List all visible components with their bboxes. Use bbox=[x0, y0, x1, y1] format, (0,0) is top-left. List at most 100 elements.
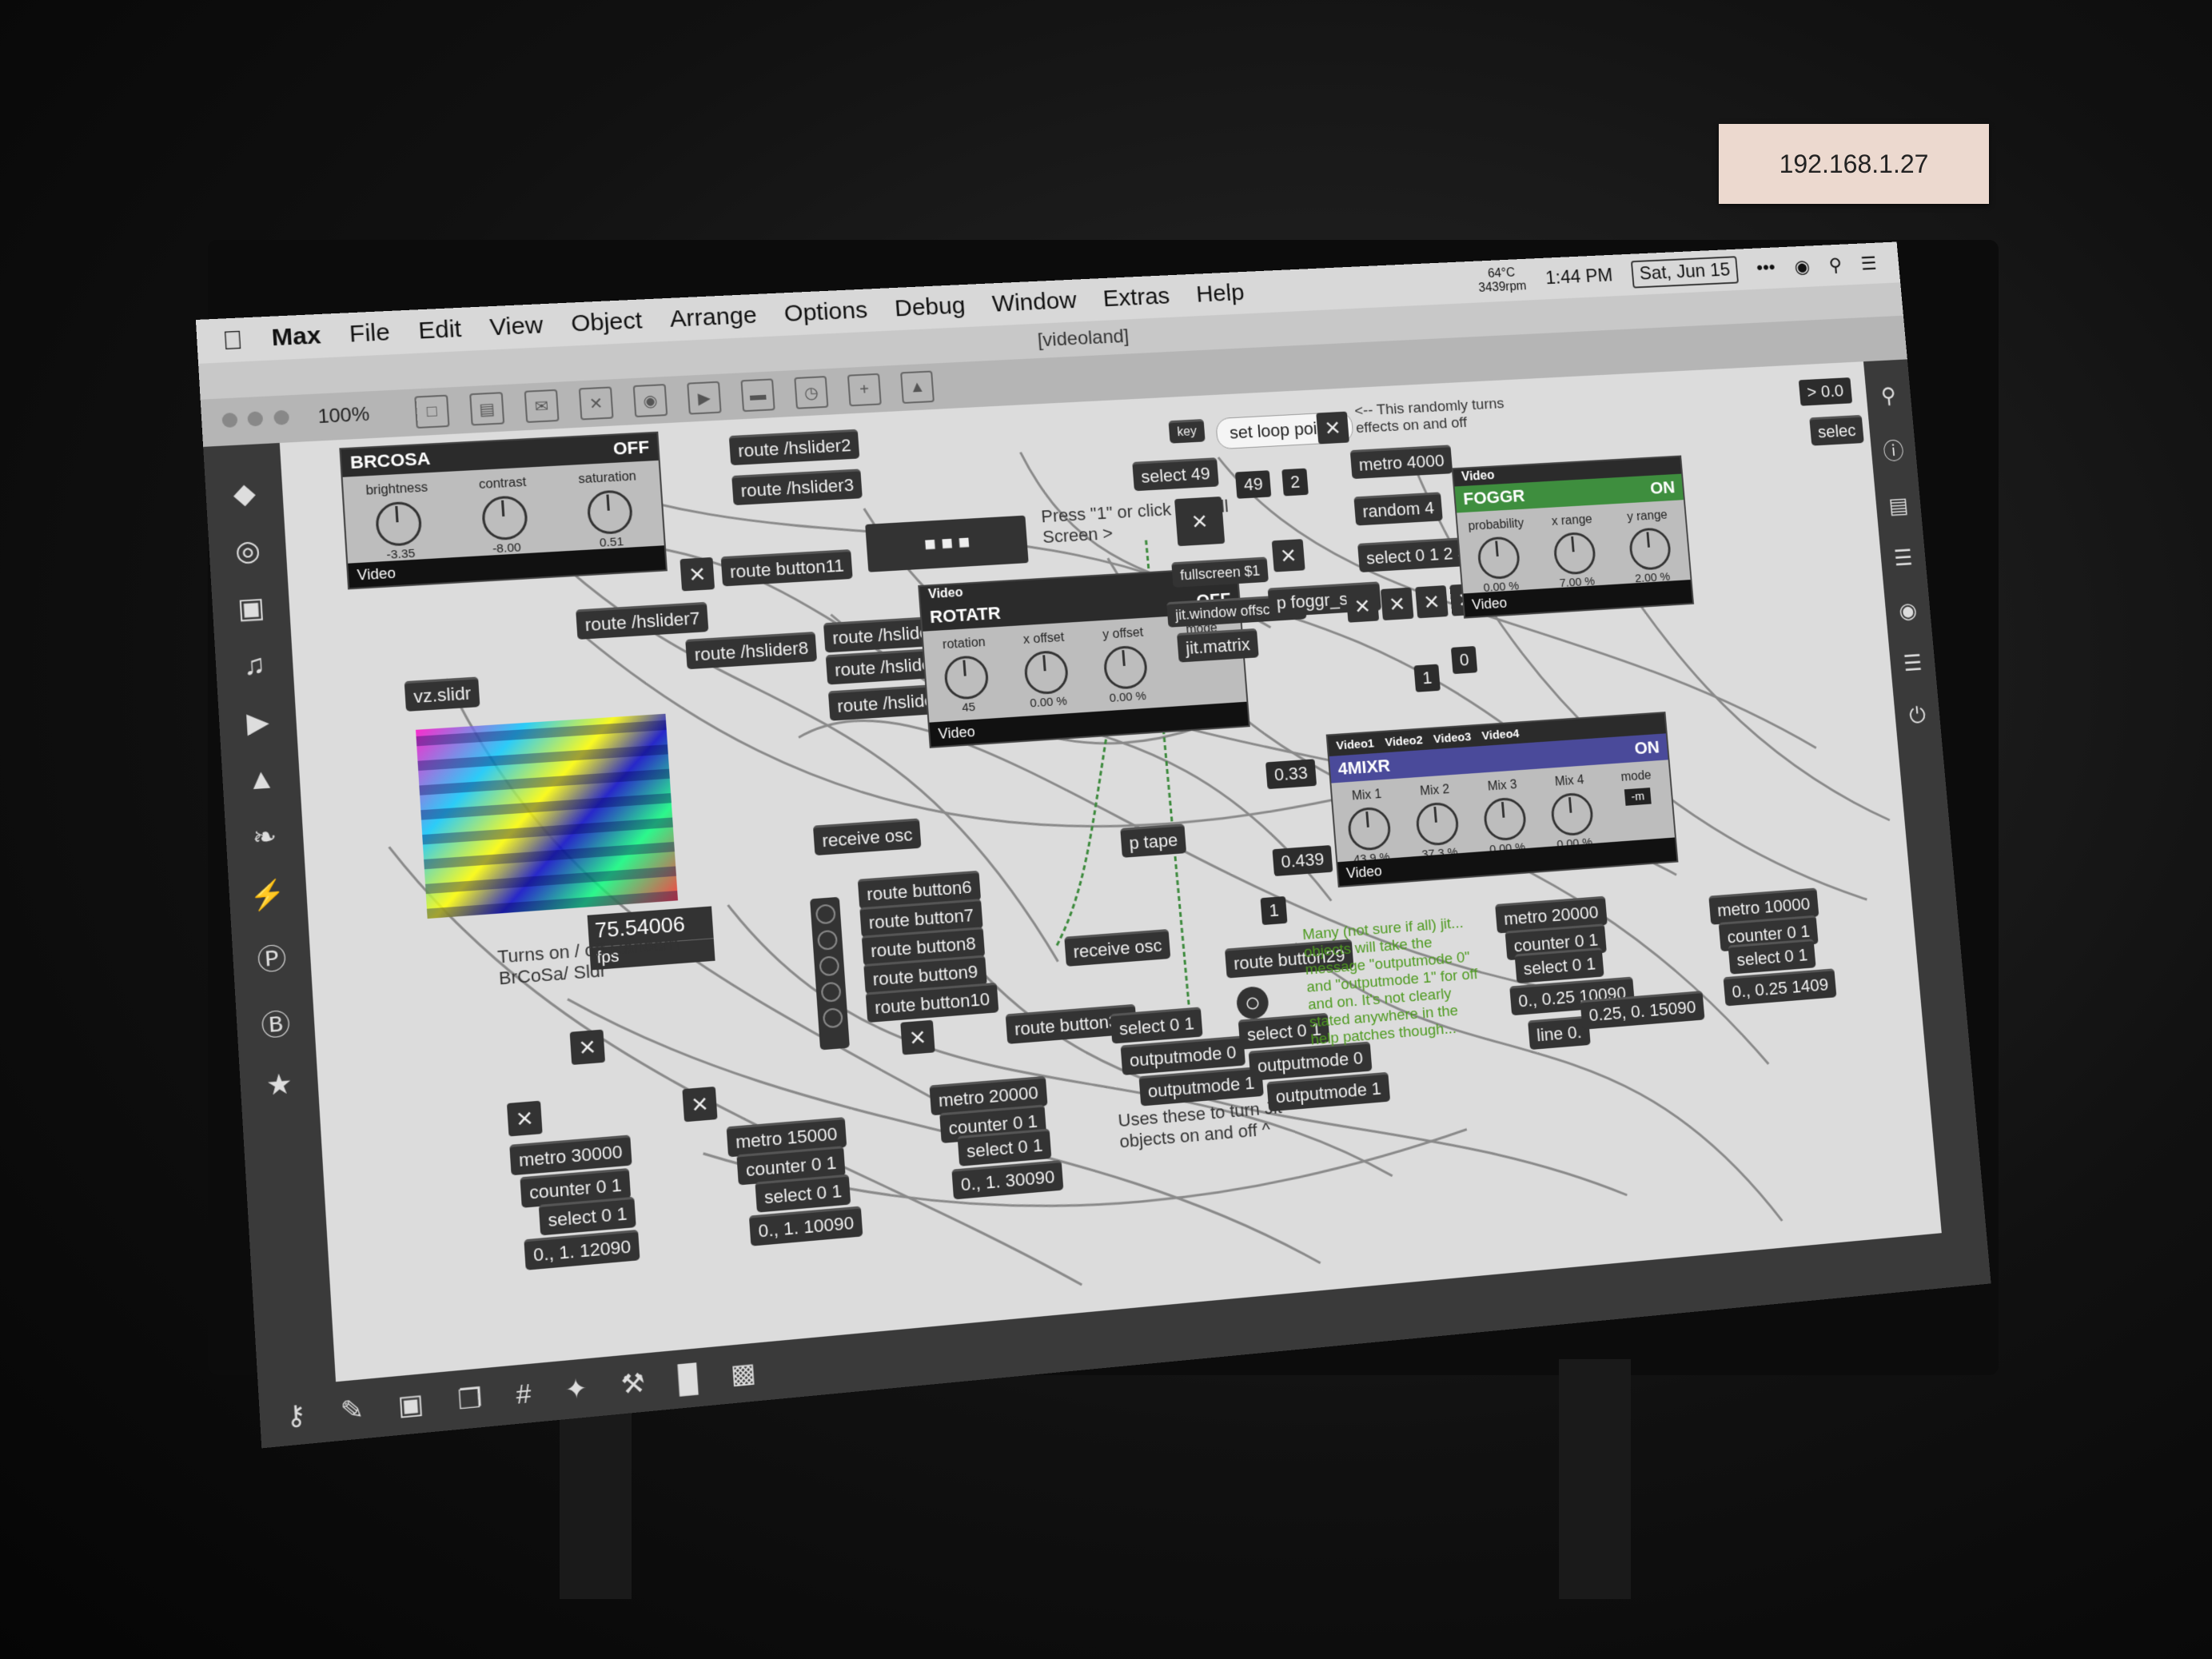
toggle-x[interactable]: × bbox=[1271, 539, 1305, 572]
mixer-tab-video3[interactable]: Video3 bbox=[1433, 730, 1471, 746]
toggle-icon[interactable]: ✕ bbox=[578, 386, 614, 421]
menu-debug[interactable]: Debug bbox=[894, 293, 967, 323]
image-icon[interactable]: ▲ bbox=[246, 763, 277, 797]
v-icon[interactable]: Ⓟ bbox=[256, 935, 288, 979]
toggle-x[interactable]: × bbox=[506, 1100, 543, 1137]
close-window-icon[interactable] bbox=[221, 412, 238, 428]
notification-center-icon[interactable]: ☰ bbox=[1860, 252, 1878, 274]
debug-icon[interactable]: ✦ bbox=[564, 1372, 588, 1406]
random-toggle[interactable]: × bbox=[569, 1029, 606, 1066]
menu-window[interactable]: Window bbox=[991, 287, 1078, 317]
random-4[interactable]: random 4 bbox=[1353, 492, 1443, 526]
info-icon[interactable]: ⓘ bbox=[1882, 435, 1905, 466]
number-box-1[interactable]: 1 bbox=[1413, 664, 1441, 692]
clock-time[interactable]: 1:44 PM bbox=[1544, 265, 1613, 289]
x-offset-knob[interactable] bbox=[1022, 649, 1070, 696]
menu-edit[interactable]: Edit bbox=[417, 316, 462, 345]
edit-mode-icon[interactable]: ✎ bbox=[340, 1393, 365, 1427]
toggle-x[interactable]: × bbox=[1415, 585, 1449, 619]
toggle-x[interactable]: × bbox=[900, 1019, 935, 1055]
power-icon[interactable]: ⏻ bbox=[1908, 703, 1927, 729]
menu-file[interactable]: File bbox=[349, 319, 391, 349]
menu-app-name[interactable]: Max bbox=[271, 322, 322, 352]
foggr-state-toggle[interactable]: ON bbox=[1649, 477, 1676, 499]
select-49[interactable]: select 49 bbox=[1132, 457, 1219, 492]
grid-icon[interactable]: # bbox=[515, 1378, 532, 1410]
play-icon[interactable]: ▶ bbox=[687, 381, 722, 415]
slider-icon[interactable]: ▬ bbox=[740, 378, 775, 413]
menu-help[interactable]: Help bbox=[1195, 280, 1245, 309]
toggle-x[interactable]: × bbox=[680, 556, 715, 592]
target-icon[interactable]: ◎ bbox=[234, 534, 261, 568]
brightness-knob[interactable] bbox=[375, 500, 424, 548]
comment-icon[interactable]: ✉ bbox=[524, 389, 560, 424]
select-object-partial[interactable]: selec bbox=[1809, 414, 1865, 446]
mixer-tab-video4[interactable]: Video4 bbox=[1481, 727, 1520, 743]
star-icon[interactable]: ★ bbox=[265, 1067, 293, 1103]
button-dot[interactable] bbox=[820, 981, 842, 1003]
siri-icon[interactable]: ◉ bbox=[1793, 255, 1811, 277]
presentation-icon[interactable]: ▣ bbox=[397, 1387, 424, 1422]
add-icon[interactable]: + bbox=[847, 373, 882, 407]
loop-toggle[interactable]: × bbox=[1316, 411, 1349, 445]
x-range-knob[interactable] bbox=[1552, 531, 1597, 576]
button-dot[interactable] bbox=[816, 929, 839, 951]
metro-4000[interactable]: metro 4000 bbox=[1349, 445, 1453, 480]
search-icon[interactable]: ⚲ bbox=[1880, 383, 1898, 409]
paint-bucket-icon[interactable]: ▲ bbox=[899, 370, 935, 405]
spotlight-search-icon[interactable]: ⚲ bbox=[1828, 254, 1843, 277]
mixer-mode-menu[interactable]: -m bbox=[1624, 788, 1652, 806]
key-object[interactable]: key bbox=[1168, 419, 1206, 444]
rotation-knob[interactable] bbox=[943, 654, 990, 701]
plug-icon[interactable]: ⚡ bbox=[249, 877, 288, 913]
number-box-49[interactable]: 49 bbox=[1234, 470, 1272, 499]
button-dot[interactable] bbox=[815, 903, 836, 925]
button-icon[interactable]: ◉ bbox=[632, 384, 668, 418]
keyboard-icon[interactable]: █ bbox=[677, 1362, 698, 1395]
p-tape[interactable]: p tape bbox=[1120, 824, 1187, 858]
menu-options[interactable]: Options bbox=[783, 297, 868, 327]
zoom-level[interactable]: 100% bbox=[317, 402, 394, 429]
button-dot[interactable] bbox=[819, 955, 840, 977]
cube-icon[interactable]: ◆ bbox=[233, 477, 257, 511]
y-range-knob[interactable] bbox=[1628, 527, 1672, 572]
windows-icon[interactable]: ❐ bbox=[456, 1382, 483, 1416]
more-icon[interactable]: ••• bbox=[1756, 257, 1776, 280]
jit-matrix[interactable]: jit.matrix bbox=[1177, 628, 1259, 663]
mixer-tab-video2[interactable]: Video2 bbox=[1385, 733, 1424, 749]
menu-view[interactable]: View bbox=[488, 312, 544, 341]
paperclip-icon[interactable]: ❧ bbox=[252, 820, 278, 855]
toggle-x[interactable]: × bbox=[1345, 589, 1380, 623]
patcher-canvas[interactable]: BRCOSA OFF brightness -3.35 high contras… bbox=[279, 361, 1942, 1382]
lock-icon[interactable]: ⚷ bbox=[285, 1398, 307, 1433]
list-icon[interactable]: ☰ bbox=[1893, 544, 1914, 571]
number-box-0439[interactable]: 0.439 bbox=[1272, 845, 1333, 877]
toggle-x[interactable]: × bbox=[682, 1086, 718, 1123]
menu-arrange[interactable]: Arrange bbox=[669, 302, 758, 333]
saturation-knob[interactable] bbox=[585, 489, 634, 536]
new-object-icon[interactable]: □ bbox=[414, 394, 450, 429]
temp-readout[interactable]: 64°C 3439rpm bbox=[1477, 265, 1528, 295]
sequence-icon[interactable]: ▶ bbox=[245, 705, 269, 740]
clock-date[interactable]: Sat, Jun 15 bbox=[1631, 256, 1739, 289]
book-icon[interactable]: ▤ bbox=[1887, 493, 1909, 519]
camera-icon[interactable]: ◉ bbox=[1898, 597, 1918, 624]
mixer-icon[interactable]: ☰ bbox=[1903, 650, 1923, 676]
menu-extras[interactable]: Extras bbox=[1102, 283, 1171, 313]
number-box-0[interactable]: 0 bbox=[1450, 645, 1478, 675]
vz-slidr[interactable]: vz.slidr bbox=[404, 676, 480, 712]
b-icon[interactable]: Ⓑ bbox=[260, 1001, 292, 1044]
probability-knob[interactable] bbox=[1476, 536, 1521, 580]
mix1-knob[interactable] bbox=[1346, 806, 1393, 852]
apple-icon[interactable]:  bbox=[221, 325, 244, 356]
mixer-tab-video1[interactable]: Video1 bbox=[1336, 736, 1375, 752]
film-icon[interactable]: ▣ bbox=[237, 591, 266, 625]
toggle-x[interactable]: × bbox=[1380, 587, 1414, 621]
mix2-knob[interactable] bbox=[1414, 801, 1461, 847]
number-box-033[interactable]: 0.33 bbox=[1265, 759, 1317, 790]
button-dot[interactable] bbox=[822, 1007, 843, 1029]
y-offset-knob[interactable] bbox=[1102, 644, 1149, 691]
mix4-knob[interactable] bbox=[1549, 792, 1595, 837]
contrast-knob[interactable] bbox=[480, 495, 529, 541]
mix3-knob[interactable] bbox=[1482, 796, 1528, 842]
